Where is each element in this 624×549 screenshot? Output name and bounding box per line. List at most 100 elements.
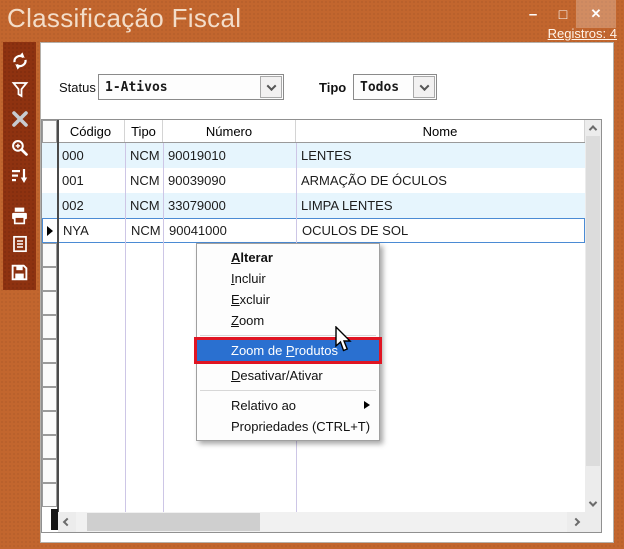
cell-tipo[interactable]: NCM xyxy=(125,193,163,218)
tipo-combobox[interactable]: Todos xyxy=(353,74,437,100)
cell-nome[interactable]: ARMAÇÃO DE ÓCULOS xyxy=(296,168,585,193)
table-row[interactable]: 001NCM90039090ARMAÇÃO DE ÓCULOS xyxy=(42,168,585,193)
scroll-up-button[interactable] xyxy=(585,120,601,136)
horizontal-scrollbar[interactable] xyxy=(58,512,585,532)
menu-item-desativar-ativar[interactable]: Desativar/Ativar xyxy=(197,365,379,386)
empty-row-selector-cell xyxy=(42,267,57,291)
empty-row-selector-cell xyxy=(42,315,57,339)
cell-codigo[interactable]: 001 xyxy=(57,168,125,193)
sort-button[interactable] xyxy=(7,165,33,188)
table-row[interactable]: 000NCM90019010LENTES xyxy=(42,143,585,168)
cell-tipo[interactable]: NCM xyxy=(125,168,163,193)
close-icon: ✕ xyxy=(591,6,602,22)
scroll-down-button[interactable] xyxy=(585,496,601,512)
empty-row-selector-cell xyxy=(42,291,57,315)
registros-link[interactable]: Registros: 4 xyxy=(548,26,617,41)
empty-row-selector-cell xyxy=(42,387,57,411)
cell-nome[interactable]: OCULOS DE SOL xyxy=(297,219,586,242)
table-row[interactable]: 002NCM33079000LIMPA LENTES xyxy=(42,193,585,218)
fixed-column-divider xyxy=(57,120,59,512)
zoom-button[interactable] xyxy=(7,136,33,159)
menu-separator xyxy=(200,335,376,336)
cell-nome[interactable]: LIMPA LENTES xyxy=(296,193,585,218)
selected-row-marker-icon xyxy=(47,226,53,236)
clear-filter-button[interactable] xyxy=(7,107,33,130)
refresh-icon xyxy=(10,51,30,71)
cell-numero[interactable]: 90041000 xyxy=(164,219,297,242)
empty-row-selector-cell xyxy=(42,459,57,483)
column-header-nome[interactable]: Nome xyxy=(296,120,585,142)
cell-numero[interactable]: 90019010 xyxy=(163,143,296,168)
zoom-icon xyxy=(10,138,29,157)
window-title: Classificação Fiscal xyxy=(7,3,241,34)
menu-item-propriedades-ctrl-t[interactable]: Propriedades (CTRL+T) xyxy=(197,416,379,437)
grid-resize-handle[interactable] xyxy=(51,509,58,530)
submenu-arrow-icon xyxy=(364,401,370,409)
app-window: Classificação Fiscal – □ ✕ Registros: 4 … xyxy=(0,0,624,549)
status-label: Status xyxy=(59,80,96,95)
scrollbar-corner xyxy=(585,512,601,532)
column-header-tipo[interactable]: Tipo xyxy=(125,120,163,142)
cell-codigo[interactable]: NYA xyxy=(58,219,126,242)
column-header-número[interactable]: Número xyxy=(163,120,296,142)
menu-item-relativo-ao[interactable]: Relativo ao xyxy=(197,395,379,416)
chevron-right-icon xyxy=(572,518,580,526)
scroll-right-button[interactable] xyxy=(567,512,585,532)
minimize-button[interactable]: – xyxy=(518,0,548,28)
status-combobox-dropdown-button[interactable] xyxy=(260,76,282,98)
clear-filter-icon xyxy=(11,110,29,128)
filter-icon xyxy=(11,81,29,99)
cell-codigo[interactable]: 002 xyxy=(57,193,125,218)
print-icon xyxy=(10,206,29,225)
sort-icon xyxy=(11,167,29,185)
vertical-scrollbar[interactable] xyxy=(585,120,601,512)
empty-row-selector-cell xyxy=(42,243,57,267)
empty-row-selector-cell xyxy=(42,483,57,507)
tipo-combobox-value: Todos xyxy=(354,80,413,95)
maximize-button[interactable]: □ xyxy=(548,0,578,28)
empty-row-selector-cell xyxy=(42,411,57,435)
selector-header-cell xyxy=(42,120,57,143)
chevron-up-icon xyxy=(589,125,597,133)
titlebar: Classificação Fiscal – □ ✕ Registros: 4 xyxy=(0,0,624,42)
menu-item-zoom-de-produtos[interactable]: Zoom de Produtos xyxy=(197,340,379,361)
status-combobox[interactable]: 1-Ativos xyxy=(98,74,284,100)
maximize-icon: □ xyxy=(559,6,567,22)
save-icon xyxy=(10,263,29,282)
tipo-label: Tipo xyxy=(319,80,346,95)
menu-separator xyxy=(200,390,376,391)
print-button[interactable] xyxy=(7,204,33,227)
status-combobox-value: 1-Ativos xyxy=(99,80,260,95)
cell-nome[interactable]: LENTES xyxy=(296,143,585,168)
context-menu: AlterarIncluirExcluirZoom Zoom de Produto… xyxy=(196,243,380,441)
menu-item-incluir[interactable]: Incluir xyxy=(197,268,379,289)
report-button[interactable] xyxy=(7,233,33,256)
save-button[interactable] xyxy=(7,261,33,284)
column-header-código[interactable]: Código xyxy=(57,120,125,142)
horizontal-scrollbar-thumb[interactable] xyxy=(87,513,260,531)
refresh-button[interactable] xyxy=(7,50,33,73)
chevron-left-icon xyxy=(63,518,71,526)
filter-button[interactable] xyxy=(7,79,33,102)
cell-codigo[interactable]: 000 xyxy=(57,143,125,168)
cell-tipo[interactable]: NCM xyxy=(126,219,164,242)
vertical-scrollbar-thumb[interactable] xyxy=(586,136,600,466)
empty-row-selector-cell xyxy=(42,363,57,387)
menu-item-alterar[interactable]: Alterar xyxy=(197,247,379,268)
tipo-combobox-dropdown-button[interactable] xyxy=(413,76,435,98)
cell-numero[interactable]: 90039090 xyxy=(163,168,296,193)
table-row[interactable]: NYANCM90041000OCULOS DE SOL xyxy=(42,218,585,243)
cell-numero[interactable]: 33079000 xyxy=(163,193,296,218)
menu-item-excluir[interactable]: Excluir xyxy=(197,289,379,310)
cell-tipo[interactable]: NCM xyxy=(125,143,163,168)
minimize-icon: – xyxy=(529,6,537,23)
column-gridline xyxy=(125,143,126,512)
report-icon xyxy=(11,235,29,253)
sidebar-toolbar xyxy=(3,42,36,290)
menu-item-zoom[interactable]: Zoom xyxy=(197,310,379,331)
scroll-left-button[interactable] xyxy=(58,512,76,532)
column-gridline xyxy=(163,143,164,512)
close-button[interactable]: ✕ xyxy=(576,0,616,28)
grid-header: CódigoTipoNúmeroNome xyxy=(42,120,585,143)
chevron-down-icon xyxy=(419,81,429,91)
